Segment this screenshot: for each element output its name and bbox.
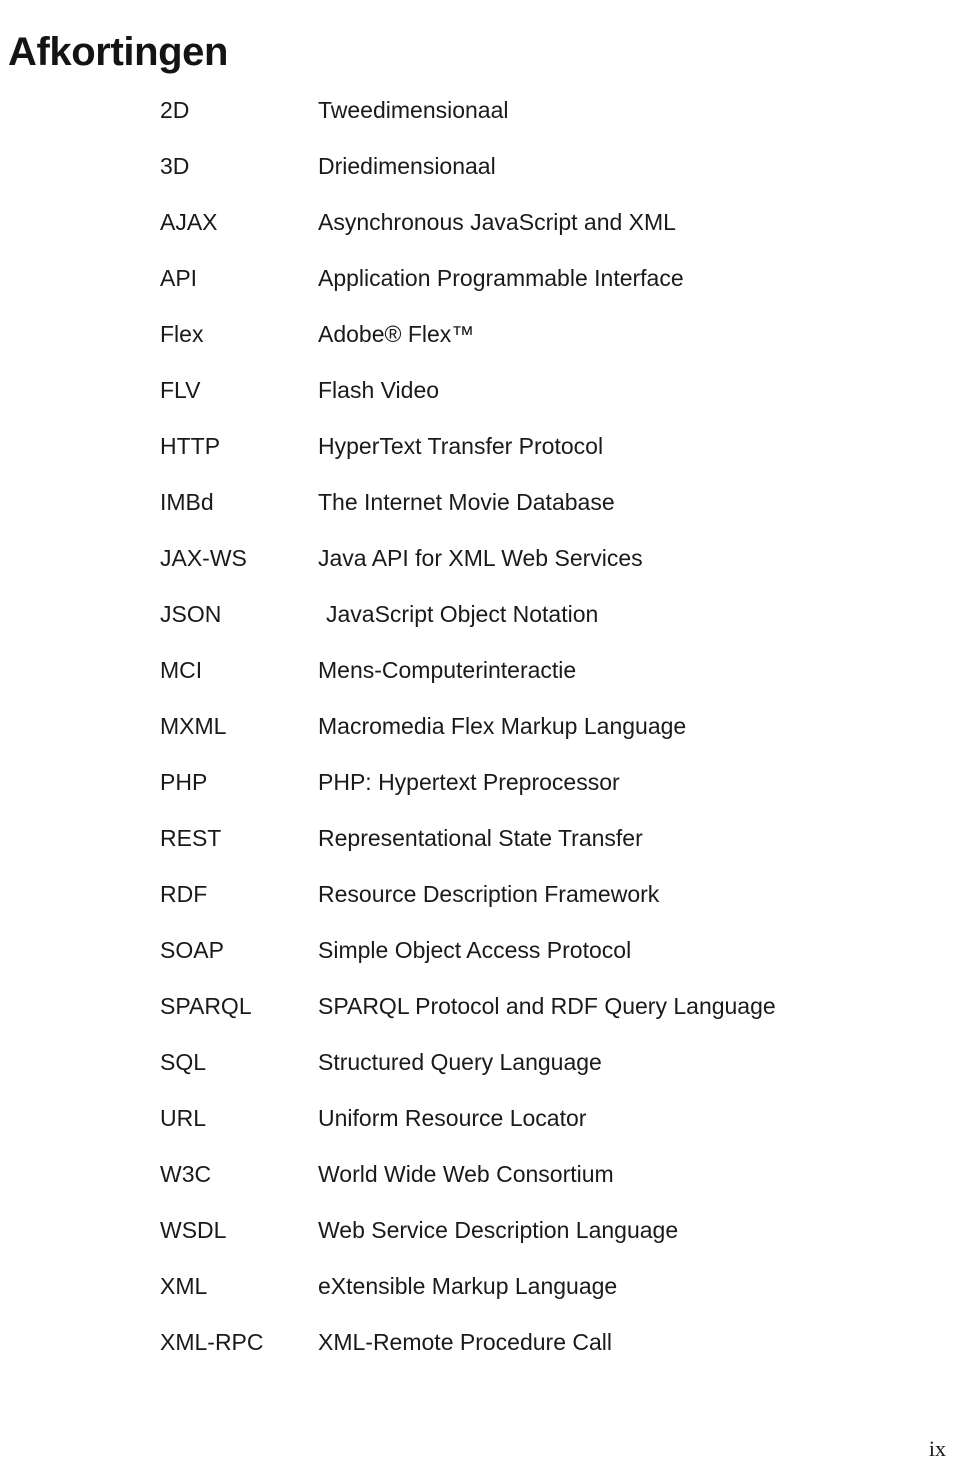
abbreviation-definition: Tweedimensionaal [318,97,509,123]
abbreviation-definition: Representational State Transfer [318,825,643,851]
abbreviation-row: MXML Macromedia Flex Markup Language [0,712,960,768]
abbreviation-definition: JavaScript Object Notation [326,601,599,627]
abbreviation-term: SPARQL [160,993,252,1019]
abbreviation-row: IMBd The Internet Movie Database [0,488,960,544]
page-number: ix [928,1436,946,1461]
abbreviation-definition: Simple Object Access Protocol [318,937,632,963]
abbreviation-definition: Asynchronous JavaScript and XML [318,209,676,235]
abbreviation-row: URL Uniform Resource Locator [0,1104,960,1160]
abbreviation-definition: Structured Query Language [318,1049,602,1075]
abbreviation-term: URL [160,1105,207,1131]
abbreviation-term: JAX-WS [160,545,247,571]
abbreviation-row: XML eXtensible Markup Language [0,1272,960,1328]
abbreviation-term: XML [160,1273,208,1299]
abbreviation-term: API [160,265,198,291]
abbreviation-definition: PHP: Hypertext Preprocessor [318,769,620,795]
abbreviation-row: MCI Mens-Computerinteractie [0,656,960,712]
abbreviation-definition: The Internet Movie Database [318,489,615,515]
abbreviation-term: W3C [160,1161,212,1187]
abbreviation-row: RDF Resource Description Framework [0,880,960,936]
abbreviation-term: RDF [160,881,208,907]
abbreviation-row: SOAP Simple Object Access Protocol [0,936,960,992]
abbreviation-definition: SPARQL Protocol and RDF Query Language [318,993,776,1019]
abbreviation-row: 2D Tweedimensionaal [0,96,960,152]
abbreviation-row: JAX-WS Java API for XML Web Services [0,544,960,600]
abbreviation-definition: Resource Description Framework [318,881,660,907]
abbreviation-definition: Driedimensionaal [318,153,496,179]
abbreviation-term: 2D [160,97,190,123]
abbreviation-term: SQL [160,1049,207,1075]
abbreviation-term: AJAX [160,209,218,235]
abbreviation-term: SOAP [160,937,224,963]
abbreviation-row: API Application Programmable Interface [0,264,960,320]
abbreviation-term: JSON [160,601,222,627]
abbreviation-term: XML-RPC [160,1329,264,1355]
abbreviation-term: IMBd [160,489,214,515]
abbreviation-term: MCI [160,657,203,683]
abbreviation-definition: Uniform Resource Locator [318,1105,587,1131]
abbreviation-term: 3D [160,153,190,179]
abbreviation-row: XML-RPC XML-Remote Procedure Call [0,1328,960,1384]
abbreviation-row: REST Representational State Transfer [0,824,960,880]
abbreviation-row: WSDL Web Service Description Language [0,1216,960,1272]
abbreviation-term: WSDL [160,1217,227,1243]
abbreviation-row: Flex Adobe® Flex™ [0,320,960,376]
abbreviation-row: FLV Flash Video [0,376,960,432]
abbreviation-row: PHP PHP: Hypertext Preprocessor [0,768,960,824]
page-title: Afkortingen [8,29,229,74]
abbreviation-term: FLV [160,377,201,403]
abbreviation-term: Flex [160,321,204,347]
abbreviation-definition: Flash Video [318,377,440,403]
abbreviation-definition: World Wide Web Consortium [318,1161,614,1187]
abbreviation-row: W3C World Wide Web Consortium [0,1160,960,1216]
abbreviation-term: MXML [160,713,227,739]
abbreviation-definition: HyperText Transfer Protocol [318,433,604,459]
abbreviation-definition: eXtensible Markup Language [318,1273,618,1299]
abbreviation-definition: Mens-Computerinteractie [318,657,577,683]
abbreviation-term: REST [160,825,222,851]
abbreviation-term: HTTP [160,433,221,459]
abbreviation-term: PHP [160,769,208,795]
abbreviation-definition: Application Programmable Interface [318,265,684,291]
abbreviation-definition: Java API for XML Web Services [318,545,643,571]
abbreviation-row: 3D Driedimensionaal [0,152,960,208]
abbreviation-definition: XML-Remote Procedure Call [318,1329,613,1355]
abbreviation-definition: Adobe® Flex™ [318,321,475,347]
abbreviation-row: SQL Structured Query Language [0,1048,960,1104]
abbreviation-row: HTTP HyperText Transfer Protocol [0,432,960,488]
abbreviation-definition: Web Service Description Language [318,1217,679,1243]
abbreviation-definition: Macromedia Flex Markup Language [318,713,687,739]
abbreviation-row: AJAX Asynchronous JavaScript and XML [0,208,960,264]
abbreviation-row: JSON JavaScript Object Notation [0,600,960,656]
abbreviation-list: 2D Tweedimensionaal 3D Driedimensionaal AJAX… [0,96,960,1384]
abbreviation-row: SPARQL SPARQL Protocol and RDF Query Lang… [0,992,960,1048]
